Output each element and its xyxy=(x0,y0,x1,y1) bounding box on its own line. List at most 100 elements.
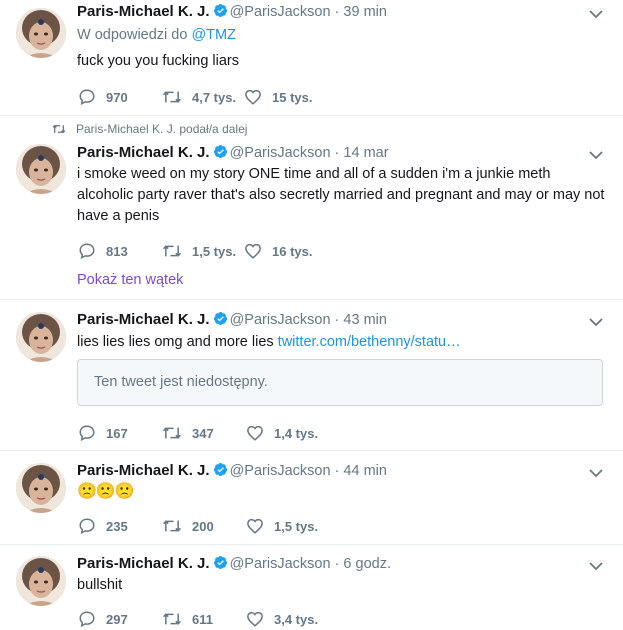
verified-badge-icon xyxy=(213,311,227,326)
chevron-down-icon[interactable] xyxy=(589,466,603,480)
like-count: 15 tys. xyxy=(272,89,313,105)
tweet[interactable]: Paris-Michael K. J. @ParisJackson · 43 mi… xyxy=(0,300,623,451)
handle[interactable]: @ParisJackson xyxy=(230,4,331,20)
tweet-text: bullshit xyxy=(77,577,123,593)
verified-badge-icon xyxy=(213,144,227,159)
handle[interactable]: @ParisJackson xyxy=(230,463,331,479)
tweet-header: Paris-Michael K. J. @ParisJackson · 43 mi… xyxy=(77,309,583,331)
timestamp[interactable]: 43 min xyxy=(343,312,387,328)
retweet-button[interactable]: 1,5 tys. xyxy=(162,242,244,260)
like-icon xyxy=(245,243,261,259)
retweet-button[interactable]: 611 xyxy=(162,610,246,628)
tweet-actions: 167 347 1,4 tys. xyxy=(78,423,318,443)
tweet[interactable]: Paris-Michael K. J. @ParisJackson · 39 mi… xyxy=(0,0,623,116)
reply-icon xyxy=(79,518,95,535)
like-count: 1,5 tys. xyxy=(274,518,319,534)
reply-icon xyxy=(79,611,95,628)
retweet-context: Paris-Michael K. J. podał/a dalej xyxy=(52,122,247,136)
display-name[interactable]: Paris-Michael K. J. xyxy=(77,311,210,328)
retweet-icon xyxy=(52,124,66,134)
separator-dot: · xyxy=(334,145,340,161)
tweet-actions: 813 1,5 tys. 16 tys. xyxy=(78,241,312,261)
tweet-actions: 297 611 3,4 tys. xyxy=(78,609,318,629)
reply-context: W odpowiedzi do @TMZ xyxy=(77,27,236,43)
retweet-icon xyxy=(162,613,182,625)
retweet-count: 611 xyxy=(192,611,213,627)
avatar[interactable] xyxy=(16,556,66,606)
tweet-text: lies lies lies omg and more lies twitter… xyxy=(77,332,605,353)
tweet[interactable]: Paris-Michael K. J. @ParisJackson · 44 mi… xyxy=(0,451,623,545)
like-button[interactable]: 1,5 tys. xyxy=(246,517,318,535)
verified-badge-icon xyxy=(213,555,227,570)
retweet-icon xyxy=(162,91,182,103)
handle[interactable]: @ParisJackson xyxy=(230,145,331,161)
reply-button[interactable]: 167 xyxy=(78,424,162,442)
reply-icon xyxy=(79,425,95,442)
chevron-down-icon[interactable] xyxy=(589,559,603,573)
tweet-text: i smoke weed on my story ONE time and al… xyxy=(77,166,605,224)
like-button[interactable]: 1,4 tys. xyxy=(246,424,318,442)
retweet-count: 347 xyxy=(192,425,214,441)
retweet-icon xyxy=(162,245,182,257)
retweet-count: 4,7 tys. xyxy=(192,89,237,105)
show-thread-link[interactable]: Pokaż ten wątek xyxy=(77,272,183,288)
like-icon xyxy=(245,89,261,105)
like-button[interactable]: 16 tys. xyxy=(244,242,312,260)
separator-dot: · xyxy=(334,556,340,572)
handle[interactable]: @ParisJackson xyxy=(230,312,331,328)
display-name[interactable]: Paris-Michael K. J. xyxy=(77,3,210,20)
reply-count: 167 xyxy=(106,425,128,441)
tweet[interactable]: Paris-Michael K. J. @ParisJackson · 6 god… xyxy=(0,545,623,630)
reply-button[interactable]: 970 xyxy=(78,88,162,106)
separator-dot: · xyxy=(334,312,340,328)
tweet-feed: Paris-Michael K. J. @ParisJackson · 39 mi… xyxy=(0,0,623,630)
tweet-text-body: lies lies lies omg and more lies xyxy=(77,334,278,350)
display-name[interactable]: Paris-Michael K. J. xyxy=(77,144,210,161)
avatar[interactable] xyxy=(16,312,66,362)
avatar[interactable] xyxy=(16,8,66,58)
like-count: 16 tys. xyxy=(272,243,313,259)
handle[interactable]: @ParisJackson xyxy=(230,556,331,572)
reply-button[interactable]: 813 xyxy=(78,242,162,260)
avatar[interactable] xyxy=(16,144,66,194)
tweet-emoji-text: 🙁🙁🙁 xyxy=(77,483,135,500)
tweet-header: Paris-Michael K. J. @ParisJackson · 44 mi… xyxy=(77,460,583,482)
retweet-icon xyxy=(162,520,182,532)
retweet-button[interactable]: 200 xyxy=(162,517,246,535)
retweet-icon xyxy=(162,427,182,439)
like-count: 3,4 tys. xyxy=(274,611,319,627)
chevron-down-icon[interactable] xyxy=(589,148,603,162)
display-name[interactable]: Paris-Michael K. J. xyxy=(77,555,210,572)
retweet-context-label[interactable]: Paris-Michael K. J. podał/a dalej xyxy=(76,122,247,136)
timestamp[interactable]: 14 mar xyxy=(343,145,388,161)
timestamp[interactable]: 6 godz. xyxy=(343,556,391,572)
quoted-tweet-unavailable: Ten tweet jest niedostępny. xyxy=(77,359,603,406)
retweet-button[interactable]: 347 xyxy=(162,424,246,442)
tweet-header: Paris-Michael K. J. @ParisJackson · 39 mi… xyxy=(77,1,583,23)
timestamp[interactable]: 39 min xyxy=(343,4,387,20)
tweet-actions: 235 200 1,5 tys. xyxy=(78,516,318,536)
reply-icon xyxy=(79,89,95,106)
retweet-button[interactable]: 4,7 tys. xyxy=(162,88,244,106)
reply-button[interactable]: 297 xyxy=(78,610,162,628)
reply-button[interactable]: 235 xyxy=(78,517,162,535)
like-button[interactable]: 3,4 tys. xyxy=(246,610,318,628)
retweet-count: 200 xyxy=(192,518,214,534)
chevron-down-icon[interactable] xyxy=(589,315,603,329)
reply-to-link[interactable]: @TMZ xyxy=(191,27,236,43)
like-button[interactable]: 15 tys. xyxy=(244,88,312,106)
avatar[interactable] xyxy=(16,463,66,513)
reply-icon xyxy=(79,243,95,260)
chevron-down-icon[interactable] xyxy=(589,7,603,21)
tweet[interactable]: Paris-Michael K. J. podał/a dalej Paris-… xyxy=(0,116,623,300)
tweet-actions: 970 4,7 tys. 15 tys. xyxy=(78,87,312,107)
retweet-count: 1,5 tys. xyxy=(192,243,237,259)
tweet-header: Paris-Michael K. J. @ParisJackson · 14 ma… xyxy=(77,142,583,164)
display-name[interactable]: Paris-Michael K. J. xyxy=(77,462,210,479)
verified-badge-icon xyxy=(213,462,227,477)
timestamp[interactable]: 44 min xyxy=(343,463,387,479)
reply-count: 813 xyxy=(106,243,128,259)
tweet-link[interactable]: twitter.com/bethenny/statu… xyxy=(278,334,461,350)
separator-dot: · xyxy=(334,4,340,20)
like-count: 1,4 tys. xyxy=(274,425,319,441)
